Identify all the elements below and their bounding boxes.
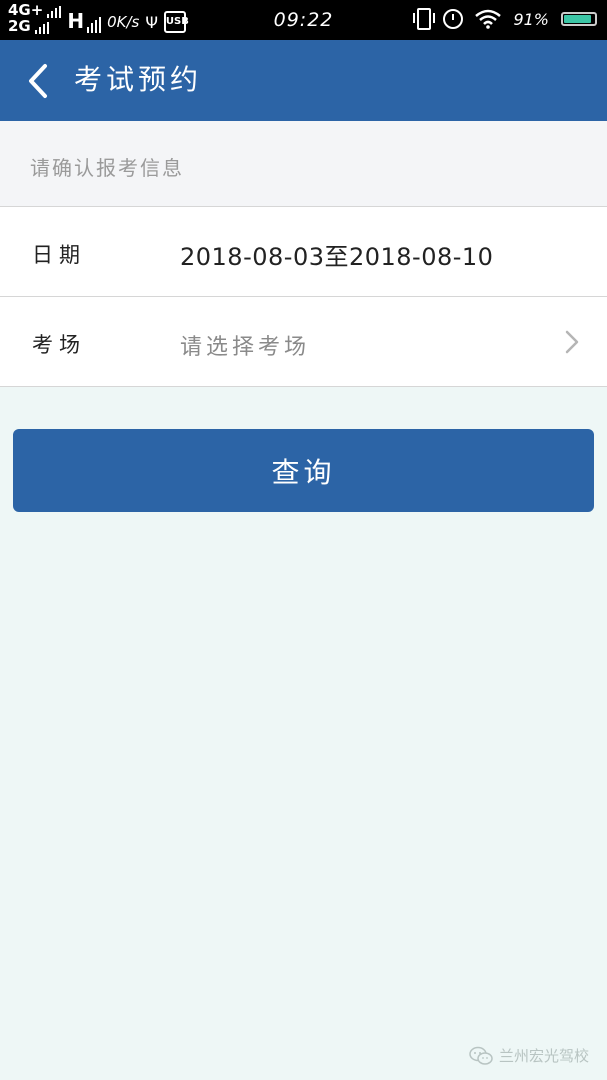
page-title: 考试预约 [74,63,203,96]
navigation-bar: 考试预约 [0,40,607,121]
chevron-left-icon [29,64,47,98]
section-hint: 请确认报考信息 [0,121,607,207]
back-button[interactable] [18,58,58,104]
venue-select-row[interactable]: 考场 请选择考场 [0,297,607,387]
watermark-text: 兰州宏光驾校 [498,1047,589,1065]
date-row: 日期 2018-08-03至2018-08-10 [0,207,607,297]
venue-label: 考场 [32,333,86,357]
venue-placeholder: 请选择考场 [180,335,311,360]
battery-percent: 91% [513,9,549,29]
chevron-right-icon [565,330,579,354]
hint-text: 请确认报考信息 [30,156,184,180]
wechat-icon [469,1046,493,1065]
date-label: 日期 [32,243,86,267]
wifi-icon [475,9,502,29]
date-value: 2018-08-03至2018-08-10 [180,243,494,271]
status-bar: 4G+ 2G H 0K/s Ψ USB 09:22 91% [0,0,607,40]
battery-level-fill [564,15,592,23]
vibrate-icon [413,8,436,30]
watermark: 兰州宏光驾校 [469,1045,589,1066]
battery-icon [561,12,597,26]
query-button[interactable]: 查询 [13,429,594,512]
alarm-icon [443,9,464,29]
status-right-group: 91% [413,8,597,30]
